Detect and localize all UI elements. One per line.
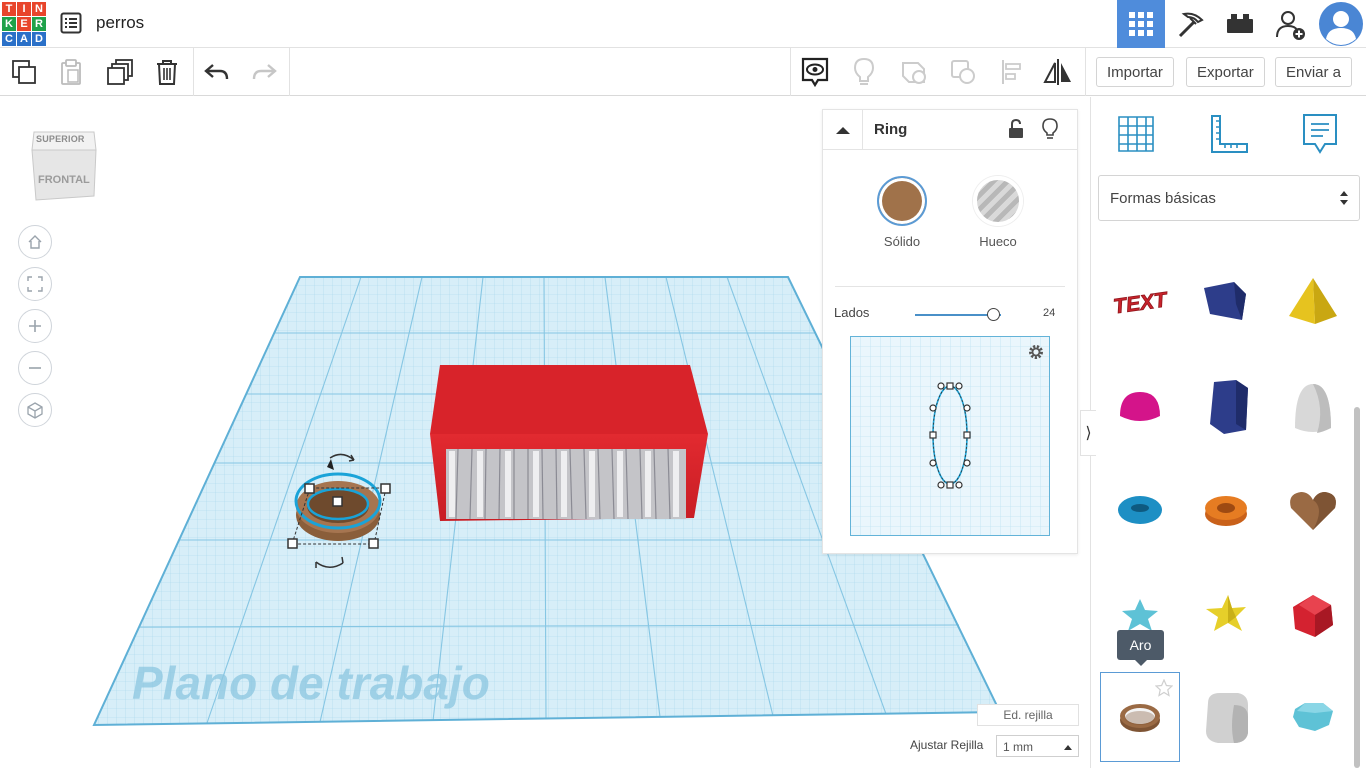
export-button[interactable]: Exportar [1186,57,1265,87]
heart-shape[interactable] [1273,465,1353,555]
project-title[interactable]: perros [96,13,144,33]
lock-icon[interactable] [1007,118,1025,144]
view-cube-top-label[interactable]: SUPERIOR [36,134,85,144]
view-cube-front-label[interactable]: FRONTAL [38,174,90,186]
align-icon[interactable] [996,56,1028,88]
box-shape[interactable] [1186,257,1266,347]
logo-letter: R [32,17,46,31]
shape-preview [850,336,1050,536]
hole-swatch[interactable] [973,176,1023,226]
pyramid-shape[interactable] [1273,257,1353,347]
home-view-icon[interactable] [18,225,52,259]
fit-view-icon[interactable] [18,267,52,301]
logo-letter: T [2,2,16,16]
paraboloid-shape[interactable] [1273,363,1353,453]
mirror-icon[interactable] [1042,56,1074,88]
design-list-icon[interactable] [60,12,82,34]
perspective-toggle-icon[interactable] [18,393,52,427]
codeblocks-pickaxe-icon[interactable] [1166,0,1214,48]
logo-letter: D [32,32,46,46]
snap-grid-select[interactable]: 1 mm [996,735,1079,757]
solid-option[interactable]: Sólido [862,176,942,249]
group-icon[interactable] [898,56,930,88]
sides-label: Lados [834,305,870,320]
caret-up-icon [1064,745,1072,750]
favorite-star-icon[interactable] [1154,678,1174,702]
ungroup-icon[interactable] [947,56,979,88]
chevron-right-icon: ⟩ [1085,425,1092,442]
notes-tool-icon[interactable] [1297,111,1343,157]
logo-letter: I [17,2,31,16]
round-box-shape[interactable] [1186,672,1266,762]
logo-letter: K [2,17,16,31]
logo-letter: C [2,32,16,46]
add-user-icon[interactable] [1266,0,1314,48]
sides-slider-thumb[interactable] [987,308,1001,321]
torus-shape[interactable] [1100,465,1180,555]
polygon-shape[interactable] [1186,363,1266,453]
diamond-shape[interactable] [1273,672,1353,762]
user-avatar[interactable] [1316,0,1366,48]
tube-shape[interactable] [1186,465,1266,555]
paste-icon[interactable] [55,56,87,88]
red-box-object[interactable] [430,365,708,521]
top-bar: TIN KER CAD perros [0,0,1366,48]
zoom-out-icon[interactable] [18,351,52,385]
tinkercad-logo[interactable]: TIN KER CAD [2,2,46,46]
zoom-in-icon[interactable] [18,309,52,343]
half-sphere-shape[interactable] [1100,363,1180,453]
hole-option[interactable]: Hueco [958,176,1038,249]
duplicate-icon[interactable] [104,56,136,88]
light-bulb-icon[interactable] [848,56,880,88]
shape-tooltip: Aro [1117,630,1164,666]
logo-letter: E [17,17,31,31]
ruler-icon[interactable] [1205,111,1251,157]
workplane-tool-icon[interactable] [1113,111,1159,157]
3d-design-view-icon[interactable] [1117,0,1165,48]
collapse-library-tab[interactable]: ⟩ [1080,410,1096,456]
view-cube[interactable]: SUPERIOR FRONTAL [30,124,97,201]
snap-grid-label: Ajustar Rejilla [910,738,984,752]
logo-letter: A [17,32,31,46]
text-shape-label: TEXT [1112,288,1170,319]
star-shape[interactable] [1186,570,1266,660]
notes-visibility-icon[interactable] [799,56,831,88]
edit-toolbar: Importar Exportar Enviar a [0,48,1366,96]
icosahedron-shape[interactable] [1273,570,1353,660]
shape-inspector-panel: Ring Sólido Hueco Lados 24 [822,109,1078,554]
settings-gear-icon[interactable] [1027,343,1045,366]
sides-value: 24 [1043,307,1056,319]
inspector-title: Ring [874,121,908,138]
snap-grid-value: 1 mm [1003,740,1033,754]
redo-icon[interactable] [248,56,280,88]
hole-label: Hueco [979,234,1017,249]
copy-icon[interactable] [8,56,40,88]
solid-color-swatch[interactable] [877,176,927,226]
logo-letter: N [32,2,46,16]
workplane-label: Plano de trabajo [132,657,490,709]
shape-category-value: Formas básicas [1110,190,1216,207]
light-bulb-icon[interactable] [1042,118,1058,145]
collapse-inspector-icon[interactable] [823,110,863,150]
ring-shape[interactable] [1100,672,1180,762]
import-button[interactable]: Importar [1096,57,1174,87]
bricks-icon[interactable] [1216,0,1264,48]
send-to-button[interactable]: Enviar a [1275,57,1353,87]
delete-icon[interactable] [151,56,183,88]
undo-icon[interactable] [201,56,233,88]
solid-label: Sólido [883,234,921,249]
edit-grid-button[interactable]: Ed. rejilla [977,704,1079,726]
text-shape[interactable]: TEXT [1100,257,1180,347]
library-scrollbar[interactable] [1354,407,1360,768]
shape-category-select[interactable]: Formas básicas [1098,175,1360,221]
select-arrows-icon [1339,188,1349,213]
